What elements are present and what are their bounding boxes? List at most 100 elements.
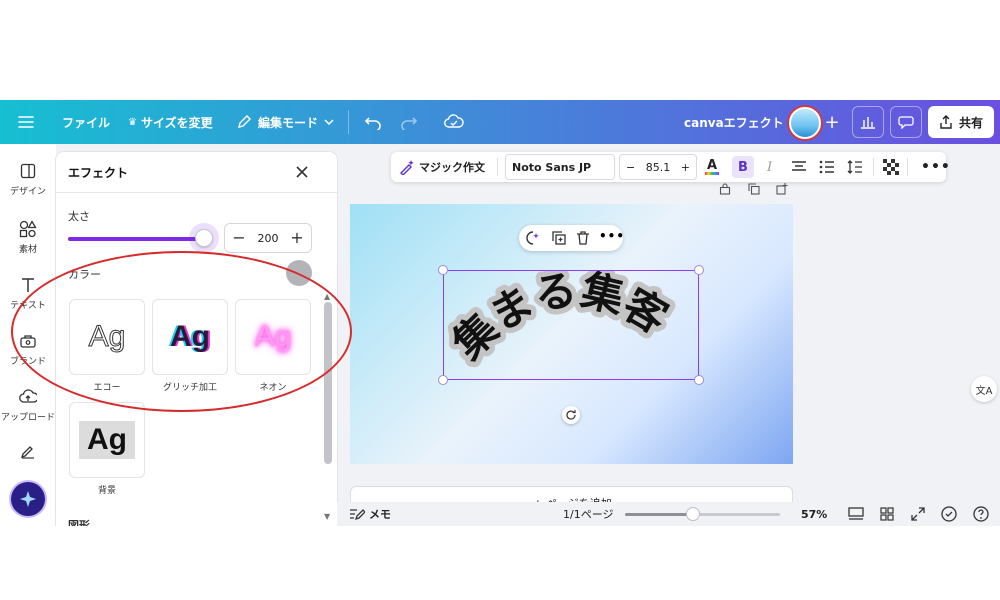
slider-fill — [68, 237, 204, 241]
editor-app: ファイル ♛ サイズを変更 編集モード canvaエフェクト + 共有 デザイン… — [0, 100, 1000, 526]
font-size-value[interactable]: 85.1 — [646, 161, 671, 174]
pencil-icon — [236, 114, 252, 130]
pen-icon — [17, 440, 39, 462]
more-options-icon[interactable]: ••• — [599, 229, 625, 243]
decrement-button[interactable]: − — [231, 230, 247, 246]
document-title[interactable]: canvaエフェクト — [684, 100, 784, 144]
text-toolbar: マジック作文 Noto Sans JP − 85.1 + A B I ••• — [391, 152, 950, 182]
transparency-icon[interactable] — [883, 152, 899, 182]
annotation-ellipse — [11, 251, 352, 412]
thickness-value: 200 — [257, 231, 279, 245]
share-button[interactable]: 共有 — [928, 106, 994, 138]
insights-button[interactable] — [852, 106, 884, 138]
check-circle-icon[interactable] — [941, 502, 957, 526]
add-page-icon[interactable] — [776, 180, 788, 195]
grid-view-icon[interactable] — [880, 502, 894, 526]
notes-icon — [350, 509, 365, 521]
duplicate-page-icon[interactable] — [748, 180, 760, 195]
thickness-slider[interactable] — [68, 237, 204, 241]
font-family-select[interactable]: Noto Sans JP — [505, 154, 615, 180]
zoom-fill — [625, 513, 687, 516]
cloud-saved-icon — [444, 100, 464, 144]
avatar[interactable] — [789, 107, 821, 139]
copy-icon[interactable] — [551, 230, 567, 250]
undo-icon[interactable] — [364, 100, 382, 144]
effect-preview: Ag — [79, 421, 135, 459]
rotate-icon — [566, 410, 576, 420]
thickness-stepper[interactable]: − 200 + — [224, 223, 312, 253]
more-options-icon[interactable]: ••• — [921, 152, 951, 182]
selection-box — [443, 270, 699, 380]
divider — [56, 192, 337, 193]
panel-title: エフェクト — [68, 166, 129, 180]
help-icon[interactable] — [973, 502, 989, 526]
zoom-thumb[interactable] — [686, 507, 700, 521]
rotate-handle[interactable] — [562, 406, 580, 424]
hamburger-icon[interactable] — [18, 100, 34, 144]
magic-edit-icon[interactable] — [525, 230, 541, 250]
resize-handle[interactable] — [694, 265, 704, 275]
divider — [907, 158, 908, 176]
chevron-down-icon — [324, 118, 334, 126]
share-icon — [940, 115, 952, 129]
effect-background[interactable]: Ag — [69, 402, 145, 478]
divider — [873, 158, 874, 176]
shapes-icon — [17, 218, 39, 240]
resize-handle[interactable] — [438, 375, 448, 385]
page-indicator[interactable]: 1/1ページ — [563, 502, 613, 526]
scroll-down-icon[interactable]: ▼ — [324, 512, 330, 521]
line-spacing-icon[interactable] — [847, 152, 863, 182]
resize-handle[interactable] — [438, 265, 448, 275]
align-center-icon[interactable] — [791, 152, 807, 182]
file-menu[interactable]: ファイル — [62, 100, 110, 144]
rail-item-label: アップロード — [0, 413, 55, 423]
crown-icon: ♛ — [128, 116, 137, 128]
text-color-icon: A — [706, 158, 718, 173]
share-label: 共有 — [958, 115, 983, 130]
increment-button[interactable]: + — [289, 230, 305, 246]
resize-label: サイズを変更 — [140, 115, 213, 130]
notes-button[interactable]: メモ — [349, 502, 391, 526]
bold-button[interactable]: B — [732, 156, 754, 178]
top-bar: ファイル ♛ サイズを変更 編集モード canvaエフェクト + 共有 — [0, 100, 1000, 144]
fullscreen-icon[interactable] — [911, 502, 925, 526]
upload-icon — [17, 386, 39, 408]
thickness-label: 太さ — [68, 210, 90, 223]
notes-label: メモ — [369, 508, 391, 521]
rail-item-elements[interactable]: 素材 — [0, 218, 56, 255]
page-view-icon[interactable] — [848, 502, 864, 526]
edit-mode-dropdown[interactable]: 編集モード — [236, 100, 334, 144]
rail-item-uploads[interactable]: アップロード — [0, 386, 56, 423]
close-icon[interactable] — [294, 164, 310, 180]
add-collaborator-icon[interactable]: + — [818, 108, 846, 136]
zoom-value[interactable]: 57% — [801, 502, 827, 526]
effect-label: 背景 — [97, 486, 116, 496]
decrease-size-button[interactable]: − — [626, 161, 635, 174]
magic-pen-icon — [400, 160, 414, 175]
color-rainbow-bar — [705, 172, 719, 175]
divider — [348, 110, 349, 134]
list-icon[interactable] — [819, 152, 835, 182]
italic-button[interactable]: I — [767, 152, 772, 182]
zoom-slider[interactable] — [625, 513, 780, 516]
slider-thumb[interactable] — [195, 229, 213, 247]
magic-write-button[interactable]: マジック作文 — [399, 152, 485, 182]
resize-handle[interactable] — [694, 375, 704, 385]
comments-button[interactable] — [890, 106, 922, 138]
redo-icon[interactable] — [400, 100, 418, 144]
rail-item-design[interactable]: デザイン — [0, 160, 56, 197]
draw-tool[interactable] — [0, 440, 56, 464]
magic-assistant-button[interactable] — [11, 482, 45, 516]
translate-icon[interactable]: 文A — [971, 376, 997, 402]
rail-item-label: 素材 — [18, 245, 37, 255]
increase-size-button[interactable]: + — [681, 161, 690, 174]
text-color-button[interactable]: A — [705, 152, 719, 182]
resize-button[interactable]: ♛ サイズを変更 — [128, 100, 213, 144]
magic-write-label: マジック作文 — [419, 161, 485, 174]
trash-icon[interactable] — [575, 230, 591, 250]
bottom-bar: メモ 1/1ページ 57% — [337, 502, 1000, 526]
font-size-stepper[interactable]: − 85.1 + — [619, 154, 697, 180]
edit-mode-label: 編集モード — [258, 115, 319, 130]
sparkle-icon — [20, 491, 36, 507]
lock-icon[interactable] — [719, 180, 731, 195]
